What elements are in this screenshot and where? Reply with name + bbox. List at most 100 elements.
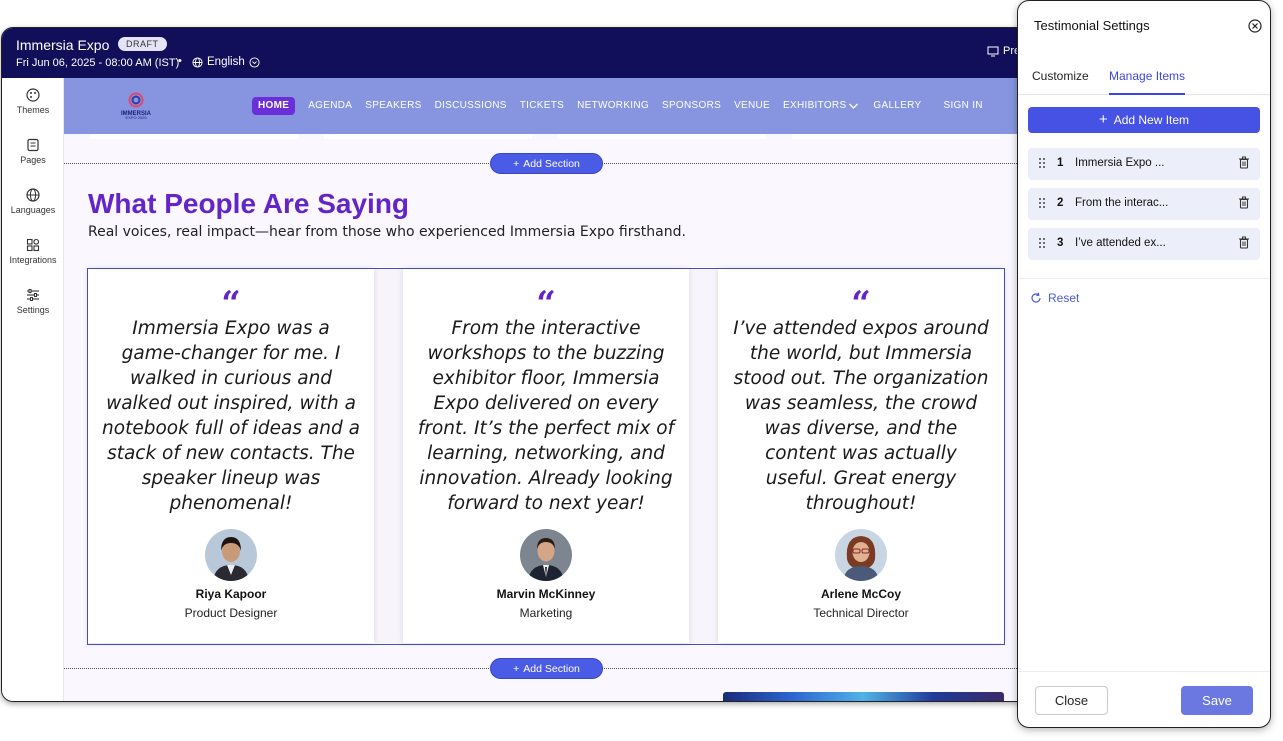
drag-handle-icon[interactable] [1038, 157, 1046, 172]
sidebar-item-label: Themes [16, 105, 50, 115]
globe-icon [192, 56, 203, 68]
drag-handle-icon[interactable] [1038, 197, 1046, 212]
person-name: Riya Kapoor [195, 587, 267, 601]
person-role: Marketing [519, 606, 573, 620]
chevron-down-icon [849, 103, 859, 109]
quote-icon: “ [221, 287, 241, 313]
content-stub [558, 134, 766, 139]
testimonial-cards[interactable]: “ Immersia Expo was a game-changer for m… [87, 268, 1005, 645]
drag-handle-icon[interactable] [1038, 237, 1046, 252]
sidebar-item-label: Settings [16, 305, 50, 315]
trash-icon[interactable] [1238, 196, 1250, 212]
quote-icon: “ [851, 287, 871, 313]
trash-icon[interactable] [1238, 236, 1250, 252]
sidebar-item-integrations[interactable]: Integrations [2, 238, 64, 265]
sidebar-item-themes[interactable]: Themes [2, 88, 64, 115]
nav-exhibitors[interactable]: EXHIBITORS [783, 97, 846, 115]
reset-label: Reset [1048, 291, 1080, 305]
tab-manage-items[interactable]: Manage Items [1109, 69, 1186, 95]
person-role: Technical Director [813, 606, 909, 620]
nav-networking[interactable]: NETWORKING [577, 97, 649, 115]
item-number: 2 [1057, 197, 1064, 209]
testimonial-settings-panel: Testimonial Settings Customize Manage It… [1017, 0, 1271, 728]
nav-home[interactable]: HOME [252, 97, 296, 115]
palette-icon [26, 88, 40, 102]
preview-button[interactable]: Pre [987, 45, 1020, 57]
person-role: Product Designer [184, 606, 278, 620]
reset-button[interactable]: Reset [1030, 291, 1079, 305]
person-name: Marvin McKinney [496, 587, 596, 601]
testimonial-quote: From the interactive workshops to the bu… [417, 318, 675, 514]
sidebar-item-settings[interactable]: Settings [2, 288, 64, 315]
plus-icon: + [1098, 111, 1108, 128]
status-badge: DRAFT [118, 37, 167, 51]
nav-venue[interactable]: VENUE [734, 97, 770, 115]
refresh-icon [1031, 292, 1041, 303]
list-item[interactable]: 3 I’ve attended ex... [1028, 228, 1260, 260]
event-date: Fri Jun 06, 2025 - 08:00 AM (IST) [16, 57, 180, 69]
item-label: Immersia Expo ... [1075, 157, 1165, 169]
add-new-item-button[interactable]: + Add New Item [1028, 107, 1260, 133]
nav-tickets[interactable]: TICKETS [520, 97, 564, 115]
trash-icon[interactable] [1238, 156, 1250, 172]
sliders-icon [27, 289, 39, 301]
site-navbar[interactable]: IMMERSIA EXPO 2025 HOME AGENDA SPEAKERS … [64, 78, 1060, 134]
language-label: English [207, 56, 245, 68]
avatar [835, 529, 887, 581]
language-selector[interactable]: English [192, 56, 260, 68]
content-stub [792, 134, 1000, 139]
list-item[interactable]: 2 From the interac... [1028, 188, 1260, 220]
separator: • [178, 55, 182, 67]
add-section-button[interactable]: + Add Section [490, 658, 603, 679]
top-bar: Immersia Expo DRAFT Fri Jun 06, 2025 - 0… [2, 28, 1060, 78]
nav-gallery[interactable]: GALLERY [873, 97, 921, 115]
monitor-icon [987, 46, 999, 56]
person-name: Arlene McCoy [820, 587, 902, 601]
list-item[interactable]: 1 Immersia Expo ... [1028, 148, 1260, 180]
nav-agenda[interactable]: AGENDA [308, 97, 352, 115]
sidebar-item-label: Languages [10, 205, 56, 215]
sidebar-item-label: Integrations [9, 255, 57, 265]
item-number: 3 [1057, 237, 1064, 249]
section-title: What People Are Saying [88, 188, 410, 219]
close-button[interactable]: Close [1035, 686, 1108, 715]
item-label: From the interac... [1075, 197, 1169, 209]
integrations-icon [26, 238, 40, 252]
globe-icon [26, 188, 40, 202]
panel-tabs: Customize Manage Items [1018, 59, 1270, 95]
add-section-label: Add Section [523, 157, 580, 170]
save-button[interactable]: Save [1181, 686, 1253, 715]
add-section-label: Add Section [523, 662, 580, 675]
sidebar-item-languages[interactable]: Languages [2, 188, 64, 215]
content-stub [324, 134, 532, 139]
testimonial-card[interactable]: “ I’ve attended expos around the world, … [718, 269, 1004, 643]
sidebar-item-pages[interactable]: Pages [2, 138, 64, 165]
testimonial-quote: Immersia Expo was a game-changer for me.… [102, 318, 360, 514]
section-subtitle: Real voices, real impact—hear from those… [88, 224, 686, 240]
panel-divider [1018, 278, 1270, 279]
testimonial-card[interactable]: “ From the interactive workshops to the … [403, 269, 689, 643]
nav-sign-in[interactable]: SIGN IN [943, 97, 982, 115]
pages-icon [27, 138, 39, 152]
avatar [520, 529, 572, 581]
sidebar-item-label: Pages [20, 155, 46, 165]
add-section-button[interactable]: + Add Section [490, 153, 603, 174]
nav-sponsors[interactable]: SPONSORS [662, 97, 721, 115]
close-icon[interactable] [1248, 19, 1262, 38]
next-section-image [723, 692, 1004, 701]
editor-sidebar: Themes Pages Languages Integrations Sett… [2, 78, 64, 701]
nav-discussions[interactable]: DISCUSSIONS [435, 97, 507, 115]
panel-title: Testimonial Settings [1034, 18, 1150, 33]
item-label: I’ve attended ex... [1075, 237, 1166, 249]
page-canvas: IMMERSIA EXPO 2025 HOME AGENDA SPEAKERS … [64, 78, 1060, 701]
plus-icon: + [513, 662, 520, 675]
content-stub [90, 134, 298, 139]
quote-icon: “ [536, 287, 556, 313]
avatar [205, 529, 257, 581]
tab-customize[interactable]: Customize [1032, 69, 1089, 95]
site-logo[interactable]: IMMERSIA EXPO 2025 [116, 92, 156, 122]
event-title: Immersia Expo [16, 37, 110, 53]
testimonial-card[interactable]: “ Immersia Expo was a game-changer for m… [88, 269, 374, 643]
nav-speakers[interactable]: SPEAKERS [365, 97, 421, 115]
plus-icon: + [513, 157, 520, 170]
